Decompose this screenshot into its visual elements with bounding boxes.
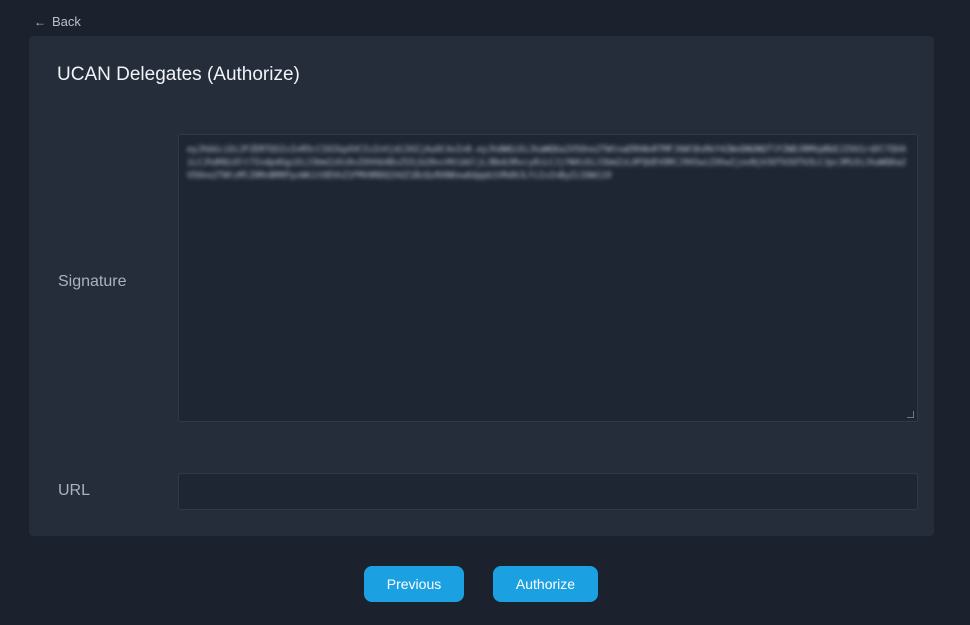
back-label: Back — [52, 14, 81, 29]
signature-value: eyJhbGciOiJFZERTQSIsInR5cCI6IkpXVCIsInVj… — [187, 145, 907, 181]
url-label: URL — [58, 482, 91, 499]
page-title: UCAN Delegates (Authorize) — [57, 64, 300, 85]
url-input[interactable] — [178, 473, 918, 510]
signature-label: Signature — [58, 273, 127, 290]
signature-textarea[interactable]: eyJhbGciOiJFZERTQSIsInR5cCI6IkpXVCIsInVj… — [178, 134, 918, 422]
back-link[interactable]: ← Back — [34, 14, 81, 29]
authorize-button[interactable]: Authorize — [493, 566, 598, 602]
authorize-card: UCAN Delegates (Authorize) Signature eyJ… — [29, 36, 934, 536]
arrow-left-icon: ← — [34, 14, 46, 29]
resize-handle-icon[interactable] — [907, 411, 914, 418]
previous-button[interactable]: Previous — [364, 566, 464, 602]
